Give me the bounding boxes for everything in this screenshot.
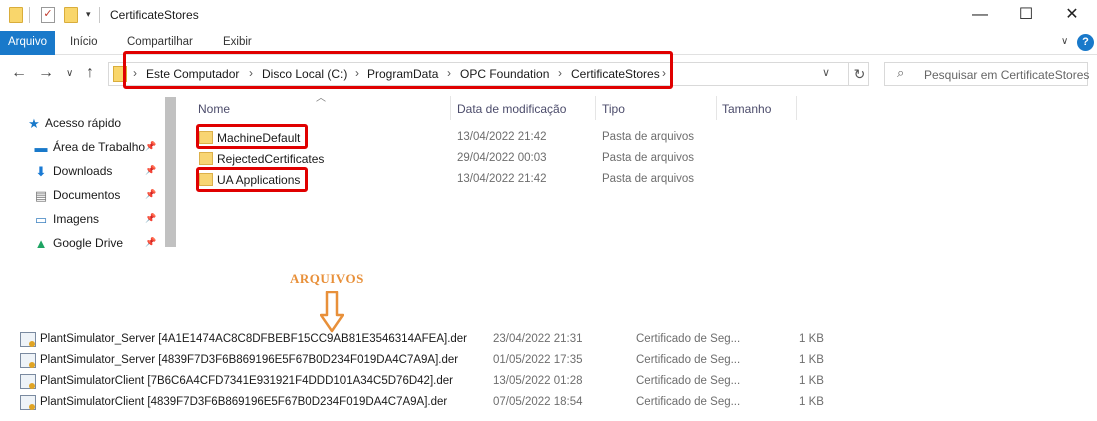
sidebar-item-downloads[interactable]: ⬇ Downloads 📌: [27, 162, 162, 182]
folder-date: 13/04/2022 21:42: [457, 173, 547, 185]
file-name: PlantSimulatorClient [7B6C6A4CFD7341E931…: [40, 375, 453, 387]
file-row[interactable]: PlantSimulator_Server [4839F7D3F6B869196…: [18, 351, 838, 371]
desktop-icon: ▬: [34, 140, 48, 155]
pin-icon: 📌: [145, 189, 157, 199]
search-placeholder: Pesquisar em CertificateStores: [924, 68, 1090, 82]
file-name: PlantSimulator_Server [4A1E1474AC8C8DFBE…: [40, 333, 468, 345]
column-divider[interactable]: [716, 96, 717, 120]
file-date: 01/05/2022 17:35: [493, 354, 583, 366]
column-header-name[interactable]: Nome: [198, 102, 230, 116]
file-size: 1 KB: [799, 396, 824, 408]
folder-name: RejectedCertificates: [217, 152, 325, 166]
properties-icon[interactable]: ✓: [41, 7, 55, 23]
tab-inicio[interactable]: Início: [70, 31, 98, 55]
folder-icon: [199, 152, 213, 165]
file-row[interactable]: PlantSimulatorClient [7B6C6A4CFD7341E931…: [18, 372, 838, 392]
pictures-icon: ▭: [34, 212, 48, 227]
sidebar-item-acesso-rapido[interactable]: ★ Acesso rápido: [27, 114, 162, 134]
chevron-down-icon[interactable]: ∨: [822, 66, 830, 79]
navigation-bar: ← → ∨ ↑ › Este Computador › Disco Local …: [0, 51, 1097, 93]
tab-arquivo[interactable]: Arquivo: [0, 31, 55, 55]
column-header-type[interactable]: Tipo: [602, 102, 625, 116]
folder-date: 13/04/2022 21:42: [457, 131, 547, 143]
file-date: 07/05/2022 18:54: [493, 396, 583, 408]
minimize-button[interactable]: —: [957, 0, 1003, 31]
sidebar-item-documentos[interactable]: ▤ Documentos 📌: [27, 186, 162, 206]
refresh-button[interactable]: ↻: [848, 63, 870, 85]
file-type: Certificado de Seg...: [636, 333, 741, 345]
column-header-date[interactable]: Data de modificação: [457, 102, 566, 116]
column-divider[interactable]: [796, 96, 797, 120]
search-input[interactable]: ⌕ Pesquisar em CertificateStores: [884, 62, 1090, 86]
column-divider[interactable]: [450, 96, 451, 120]
column-header-size[interactable]: Tamanho: [722, 102, 771, 116]
folder-type: Pasta de arquivos: [602, 173, 695, 185]
up-arrow-icon[interactable]: ↑: [86, 64, 94, 82]
help-icon[interactable]: ?: [1077, 34, 1094, 51]
annotation-label: ARQUIVOS: [290, 271, 364, 286]
down-arrow-icon: [320, 291, 344, 333]
column-divider[interactable]: [595, 96, 596, 120]
sidebar-item-google-drive[interactable]: ▲ Google Drive 📌: [27, 234, 162, 254]
maximize-button[interactable]: ☐: [1003, 0, 1049, 31]
navigation-pane: ★ Acesso rápido ▬ Área de Trabalho 📌 ⬇ D…: [0, 93, 176, 253]
recent-locations-icon[interactable]: ∨: [66, 68, 73, 79]
pin-icon: 📌: [145, 237, 157, 247]
certificate-icon: [20, 332, 36, 347]
search-icon: ⌕: [897, 65, 905, 80]
certificate-icon: [20, 353, 36, 368]
quick-access-separator: [29, 7, 30, 23]
close-button[interactable]: ✕: [1049, 0, 1095, 31]
pin-icon: 📌: [145, 141, 157, 151]
certificate-icon: [20, 374, 36, 389]
file-size: 1 KB: [799, 354, 824, 366]
folder-type: Pasta de arquivos: [602, 152, 695, 164]
file-type: Certificado de Seg...: [636, 375, 741, 387]
folder-icon: [9, 7, 23, 23]
sidebar-item-area-de-trabalho[interactable]: ▬ Área de Trabalho 📌: [27, 138, 162, 158]
file-row[interactable]: PlantSimulator_Server [4A1E1474AC8C8DFBE…: [18, 330, 838, 350]
title-separator: [99, 7, 100, 23]
highlight-box: [196, 167, 308, 192]
window-title: CertificateStores: [110, 8, 199, 22]
folder-date: 29/04/2022 00:03: [457, 152, 547, 164]
pin-icon: 📌: [145, 165, 157, 175]
file-name: PlantSimulatorClient [4839F7D3F6B869196E…: [40, 396, 448, 408]
file-row[interactable]: PlantSimulatorClient [4839F7D3F6B869196E…: [18, 393, 838, 413]
file-size: 1 KB: [799, 375, 824, 387]
sidebar-item-imagens[interactable]: ▭ Imagens 📌: [27, 210, 162, 230]
new-folder-icon[interactable]: [64, 7, 78, 23]
download-arrow-icon: ⬇: [35, 164, 47, 179]
nav-pane-scrollbar[interactable]: [165, 97, 176, 247]
pin-icon: 📌: [145, 213, 157, 223]
expand-ribbon-icon[interactable]: ∨: [1061, 36, 1068, 47]
folder-type: Pasta de arquivos: [602, 131, 695, 143]
documents-icon: ▤: [34, 188, 48, 203]
file-type: Certificado de Seg...: [636, 396, 741, 408]
file-date: 23/04/2022 21:31: [493, 333, 583, 345]
back-arrow-icon[interactable]: ←: [11, 64, 27, 82]
highlight-box: [196, 124, 308, 149]
google-drive-icon: ▲: [34, 236, 48, 251]
file-type: Certificado de Seg...: [636, 354, 741, 366]
customize-toolbar-icon[interactable]: ▾: [86, 9, 91, 20]
sort-ascending-icon: ︿: [316, 93, 326, 104]
certificate-icon: [20, 395, 36, 410]
file-date: 13/05/2022 01:28: [493, 375, 583, 387]
title-bar: ✓ ▾ CertificateStores — ☐ ✕: [0, 0, 1097, 31]
file-size: 1 KB: [799, 333, 824, 345]
forward-arrow-icon[interactable]: →: [38, 64, 54, 82]
folder-row-rejectedcertificates[interactable]: RejectedCertificates 29/04/2022 00:03 Pa…: [197, 149, 757, 169]
star-icon: ★: [28, 116, 40, 131]
file-name: PlantSimulator_Server [4839F7D3F6B869196…: [40, 354, 459, 366]
highlight-box: [123, 51, 673, 89]
